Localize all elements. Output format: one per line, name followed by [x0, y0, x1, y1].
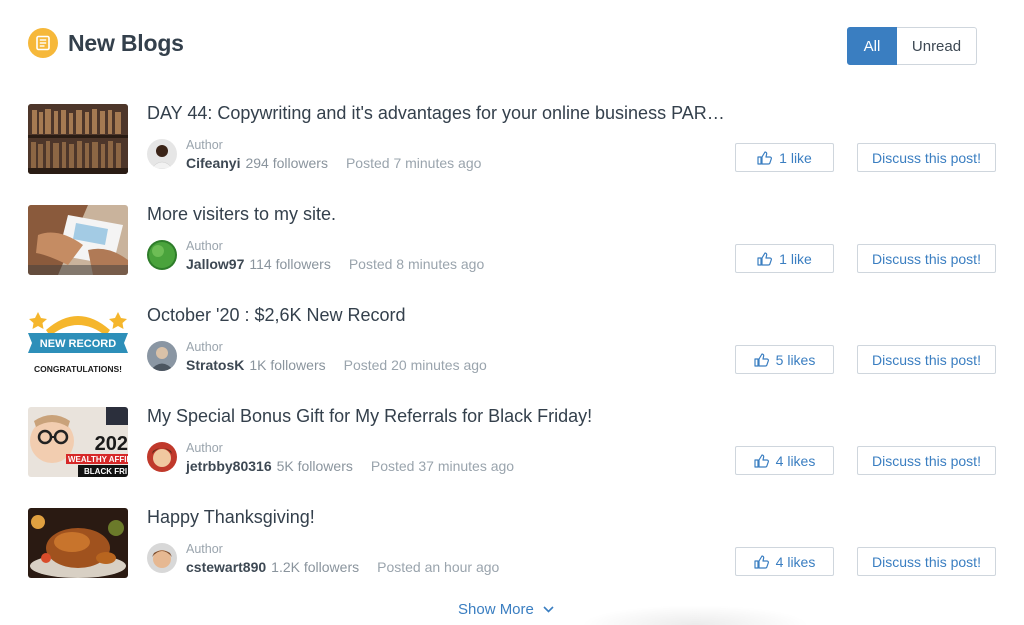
blog-post: 202 WEALTHY AFFILI BLACK FRI My Special … — [28, 406, 998, 479]
avatar[interactable] — [147, 341, 177, 371]
post-title[interactable]: October '20 : $2,6K New Record — [147, 305, 406, 326]
discuss-post-button[interactable]: Discuss this post! — [857, 244, 996, 273]
like-button[interactable]: 5 likes — [735, 345, 834, 374]
thumbs-up-icon — [754, 554, 769, 569]
posted-time: Posted an hour ago — [377, 559, 500, 575]
new-blogs-panel: New Blogs All Unread DAY 44: Copywriting… — [0, 0, 1024, 625]
filter-unread-button[interactable]: Unread — [897, 27, 977, 65]
author-label: Author — [186, 542, 223, 556]
post-thumbnail[interactable]: 202 WEALTHY AFFILI BLACK FRI — [28, 407, 128, 477]
like-button[interactable]: 1 like — [735, 143, 834, 172]
post-thumbnail[interactable] — [28, 508, 128, 578]
blog-post: NEW RECORD CONGRATULATIONS! October '20 … — [28, 305, 998, 378]
blog-post: More visiters to my site. Author Jallow9… — [28, 204, 998, 277]
author-name[interactable]: StratosK — [186, 357, 244, 373]
filter-toggle: All Unread — [847, 27, 977, 65]
follower-count: 5K followers — [276, 458, 353, 474]
post-title[interactable]: More visiters to my site. — [147, 204, 336, 225]
like-button[interactable]: 4 likes — [735, 547, 834, 576]
avatar[interactable] — [147, 442, 177, 472]
author-line: StratosK 1K followers Posted 20 minutes ag… — [186, 357, 487, 373]
blog-post: Happy Thanksgiving! Author cstewart890 1.… — [28, 507, 998, 580]
follower-count: 1K followers — [249, 357, 326, 373]
chevron-down-icon — [543, 606, 554, 613]
author-label: Author — [186, 441, 223, 455]
like-count: 1 like — [779, 250, 812, 267]
thumb-year: 202 — [95, 433, 128, 455]
blog-icon — [28, 28, 58, 58]
avatar[interactable] — [147, 139, 177, 169]
blog-post: DAY 44: Copywriting and it's advantages … — [28, 103, 998, 176]
like-count: 4 likes — [775, 553, 816, 570]
author-line: Cifeanyi 294 followers Posted 7 minutes ag… — [186, 155, 481, 171]
like-count: 4 likes — [775, 452, 816, 469]
author-label: Author — [186, 138, 223, 152]
post-title[interactable]: DAY 44: Copywriting and it's advantages … — [147, 103, 725, 124]
author-line: cstewart890 1.2K followers Posted an hour … — [186, 559, 499, 575]
posted-time: Posted 20 minutes ago — [343, 357, 487, 373]
posted-time: Posted 7 minutes ago — [345, 155, 482, 171]
discuss-post-button[interactable]: Discuss this post! — [857, 345, 996, 374]
like-button[interactable]: 4 likes — [735, 446, 834, 475]
post-title[interactable]: Happy Thanksgiving! — [147, 507, 315, 528]
post-thumbnail[interactable] — [28, 205, 128, 275]
author-line: Jallow97 114 followers Posted 8 minutes ag… — [186, 256, 484, 272]
like-button[interactable]: 1 like — [735, 244, 834, 273]
like-count: 1 like — [779, 149, 812, 166]
thumb-congratulations: CONGRATULATIONS! — [34, 364, 122, 374]
page-title: New Blogs — [68, 29, 184, 56]
thumbs-up-icon — [757, 251, 773, 266]
show-more-label: Show More — [458, 601, 534, 618]
discuss-post-button[interactable]: Discuss this post! — [857, 547, 996, 576]
author-label: Author — [186, 340, 223, 354]
author-label: Author — [186, 239, 223, 253]
thumb-wealthy-affiliate: WEALTHY AFFILI — [68, 455, 128, 464]
thumb-new-record: NEW RECORD — [40, 338, 116, 350]
thumb-black-friday: BLACK FRI — [84, 467, 127, 476]
discuss-post-button[interactable]: Discuss this post! — [857, 143, 996, 172]
posted-time: Posted 37 minutes ago — [370, 458, 515, 474]
post-title[interactable]: My Special Bonus Gift for My Referrals f… — [147, 406, 592, 427]
author-line: jetrbby80316 5K followers Posted 37 minute… — [186, 458, 514, 474]
thumbs-up-icon — [754, 453, 769, 468]
filter-all-button[interactable]: All — [847, 27, 897, 65]
thumbs-up-icon — [757, 150, 773, 165]
author-name[interactable]: Jallow97 — [186, 256, 244, 272]
avatar[interactable] — [147, 240, 177, 270]
show-more-button[interactable]: Show More — [458, 601, 554, 618]
follower-count: 294 followers — [245, 155, 328, 171]
like-count: 5 likes — [775, 351, 816, 368]
follower-count: 1.2K followers — [271, 559, 360, 575]
post-thumbnail[interactable] — [28, 104, 128, 174]
thumbs-up-icon — [754, 352, 769, 367]
follower-count: 114 followers — [249, 256, 331, 272]
posted-time: Posted 8 minutes ago — [348, 256, 485, 272]
discuss-post-button[interactable]: Discuss this post! — [857, 446, 996, 475]
decorative-shadow — [580, 605, 810, 625]
author-name[interactable]: Cifeanyi — [186, 155, 240, 171]
post-thumbnail[interactable]: NEW RECORD CONGRATULATIONS! — [28, 306, 128, 376]
panel-header: New Blogs — [28, 26, 184, 60]
author-name[interactable]: jetrbby80316 — [186, 458, 272, 474]
avatar[interactable] — [147, 543, 177, 573]
author-name[interactable]: cstewart890 — [186, 559, 266, 575]
